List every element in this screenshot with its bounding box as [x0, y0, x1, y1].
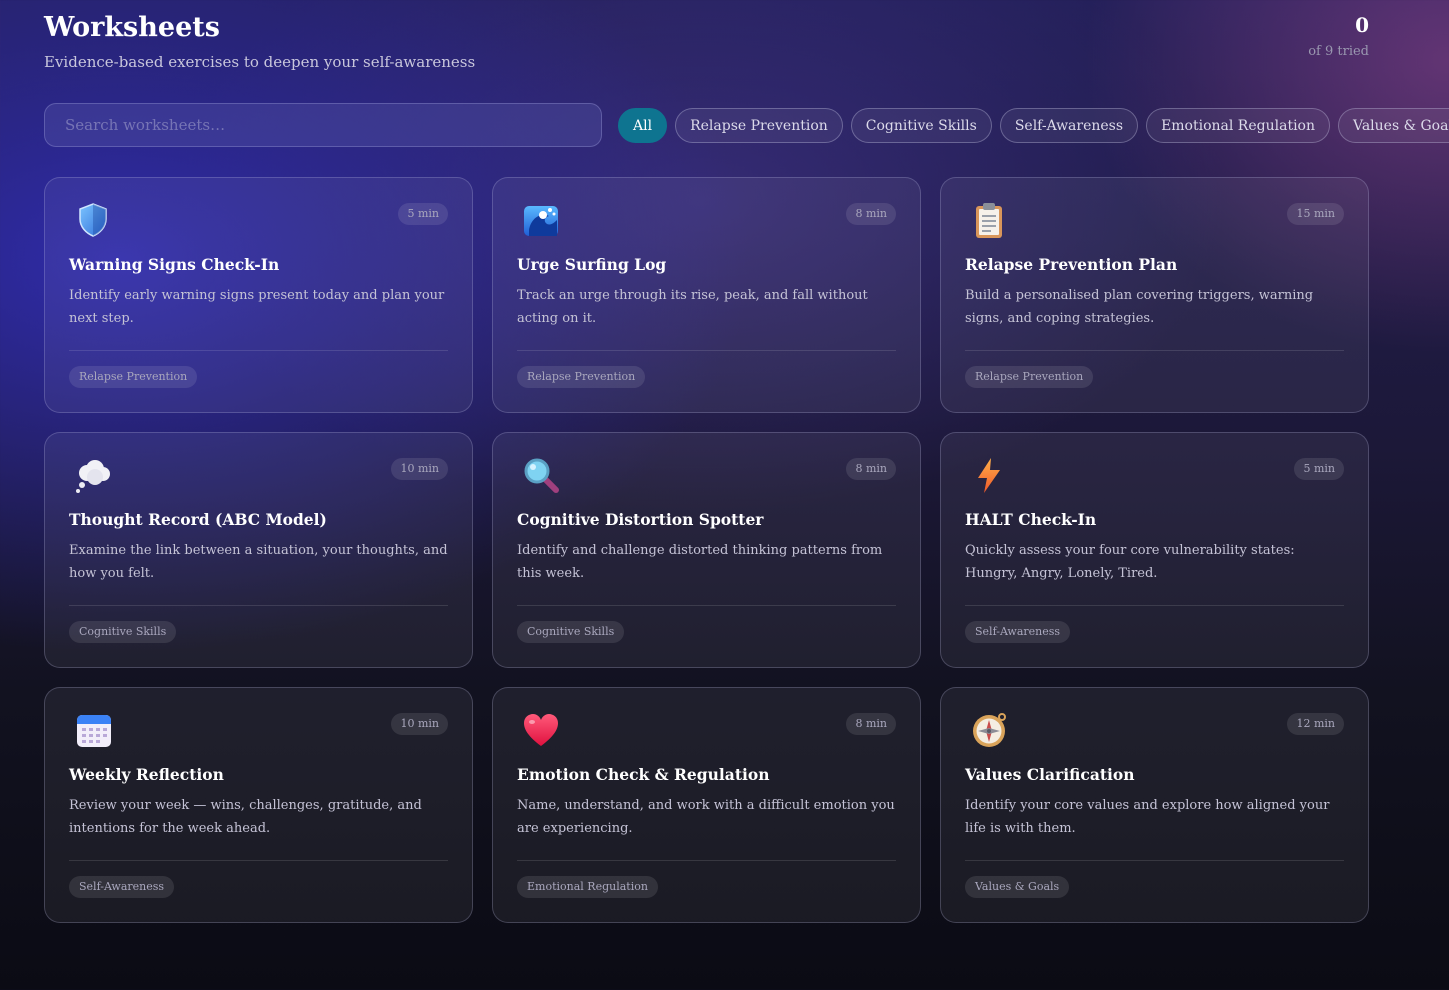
card-divider — [69, 350, 448, 351]
duration-badge: 5 min — [1294, 458, 1344, 480]
filter-cognitive-skills[interactable]: Cognitive Skills — [850, 108, 992, 143]
card-title: Relapse Prevention Plan — [965, 255, 1178, 274]
worksheet-card-distortion-spotter[interactable]: 8 min Cognitive Distortion Spotter Ident… — [492, 432, 921, 668]
worksheet-card-thought-record[interactable]: 10 min Thought Record (ABC Model) Examin… — [44, 432, 473, 668]
worksheet-card-relapse-plan[interactable]: 15 min Relapse Prevention Plan Build a p… — [940, 177, 1369, 413]
thought-bubble-icon — [73, 455, 113, 495]
card-divider — [517, 350, 896, 351]
card-divider — [517, 605, 896, 606]
card-title: Weekly Reflection — [69, 765, 224, 784]
category-tag: Relapse Prevention — [965, 366, 1094, 388]
card-description: Quickly assess your four core vulnerabil… — [965, 543, 1295, 581]
calendar-icon — [73, 710, 113, 750]
card-title: Thought Record (ABC Model) — [69, 510, 327, 529]
card-description: Build a personalised plan covering trigg… — [965, 288, 1314, 326]
category-tag: Cognitive Skills — [517, 621, 625, 643]
filter-all[interactable]: All — [618, 108, 668, 143]
card-title: Emotion Check & Regulation — [517, 765, 770, 784]
card-description: Name, understand, and work with a diffic… — [517, 798, 895, 836]
card-divider — [965, 350, 1344, 351]
tried-count-label: of 9 tried — [1308, 44, 1369, 59]
worksheet-card-weekly-reflection[interactable]: 10 min Weekly Reflection Review your wee… — [44, 687, 473, 923]
duration-badge: 10 min — [391, 713, 448, 735]
category-tag: Cognitive Skills — [69, 621, 177, 643]
card-title: HALT Check-In — [965, 510, 1097, 529]
heart-icon — [521, 710, 561, 750]
clipboard-icon — [969, 200, 1009, 240]
card-title: Warning Signs Check-In — [69, 255, 280, 274]
worksheet-card-warning-signs[interactable]: 5 min Warning Signs Check-In Identify ea… — [44, 177, 473, 413]
worksheet-grid: 5 min Warning Signs Check-In Identify ea… — [44, 177, 1369, 923]
filter-bar: All Relapse Prevention Cognitive Skills … — [618, 108, 1449, 143]
filter-values-goals[interactable]: Values & Goals — [1338, 108, 1449, 143]
category-tag: Relapse Prevention — [517, 366, 646, 388]
card-divider — [517, 860, 896, 861]
tried-count: 0 — [1355, 13, 1369, 37]
filter-self-awareness[interactable]: Self-Awareness — [999, 108, 1139, 143]
duration-badge: 10 min — [391, 458, 448, 480]
card-description: Identify and challenge distorted thinkin… — [517, 543, 883, 581]
card-title: Values Clarification — [965, 765, 1135, 784]
search-input[interactable] — [44, 103, 602, 147]
card-description: Examine the link between a situation, yo… — [69, 543, 448, 581]
page-title: Worksheets — [44, 12, 220, 43]
compass-icon — [969, 710, 1009, 750]
wave-icon — [521, 200, 561, 240]
category-tag: Self-Awareness — [965, 621, 1071, 643]
card-title: Urge Surfing Log — [517, 255, 667, 274]
duration-badge: 8 min — [846, 203, 896, 225]
category-tag: Values & Goals — [965, 876, 1070, 898]
filter-relapse-prevention[interactable]: Relapse Prevention — [675, 108, 843, 143]
progress-counter: 0 of 9 tried — [1308, 12, 1369, 59]
card-title: Cognitive Distortion Spotter — [517, 510, 764, 529]
card-divider — [965, 605, 1344, 606]
card-description: Track an urge through its rise, peak, an… — [517, 288, 868, 326]
duration-badge: 12 min — [1287, 713, 1344, 735]
card-divider — [69, 605, 448, 606]
category-tag: Self-Awareness — [69, 876, 175, 898]
worksheet-card-halt[interactable]: 5 min HALT Check-In Quickly assess your … — [940, 432, 1369, 668]
category-tag: Emotional Regulation — [517, 876, 658, 898]
duration-badge: 15 min — [1287, 203, 1344, 225]
card-description: Review your week — wins, challenges, gra… — [69, 798, 422, 836]
card-description: Identify your core values and explore ho… — [965, 798, 1330, 836]
worksheet-card-values-clarification[interactable]: 12 min Values Clarification Identify you… — [940, 687, 1369, 923]
filter-emotional-regulation[interactable]: Emotional Regulation — [1146, 108, 1330, 143]
category-tag: Relapse Prevention — [69, 366, 198, 388]
magnifying-glass-icon — [521, 455, 561, 495]
shield-icon — [73, 200, 113, 240]
worksheet-card-urge-surfing[interactable]: 8 min Urge Surfing Log Track an urge thr… — [492, 177, 921, 413]
card-divider — [69, 860, 448, 861]
card-description: Identify early warning signs present tod… — [69, 288, 445, 326]
page-subtitle: Evidence-based exercises to deepen your … — [44, 53, 476, 71]
lightning-icon — [969, 455, 1009, 495]
duration-badge: 5 min — [398, 203, 448, 225]
duration-badge: 8 min — [846, 458, 896, 480]
card-divider — [965, 860, 1344, 861]
worksheet-card-emotion-check[interactable]: 8 min Emotion Check & Regulation Name, u… — [492, 687, 921, 923]
duration-badge: 8 min — [846, 713, 896, 735]
